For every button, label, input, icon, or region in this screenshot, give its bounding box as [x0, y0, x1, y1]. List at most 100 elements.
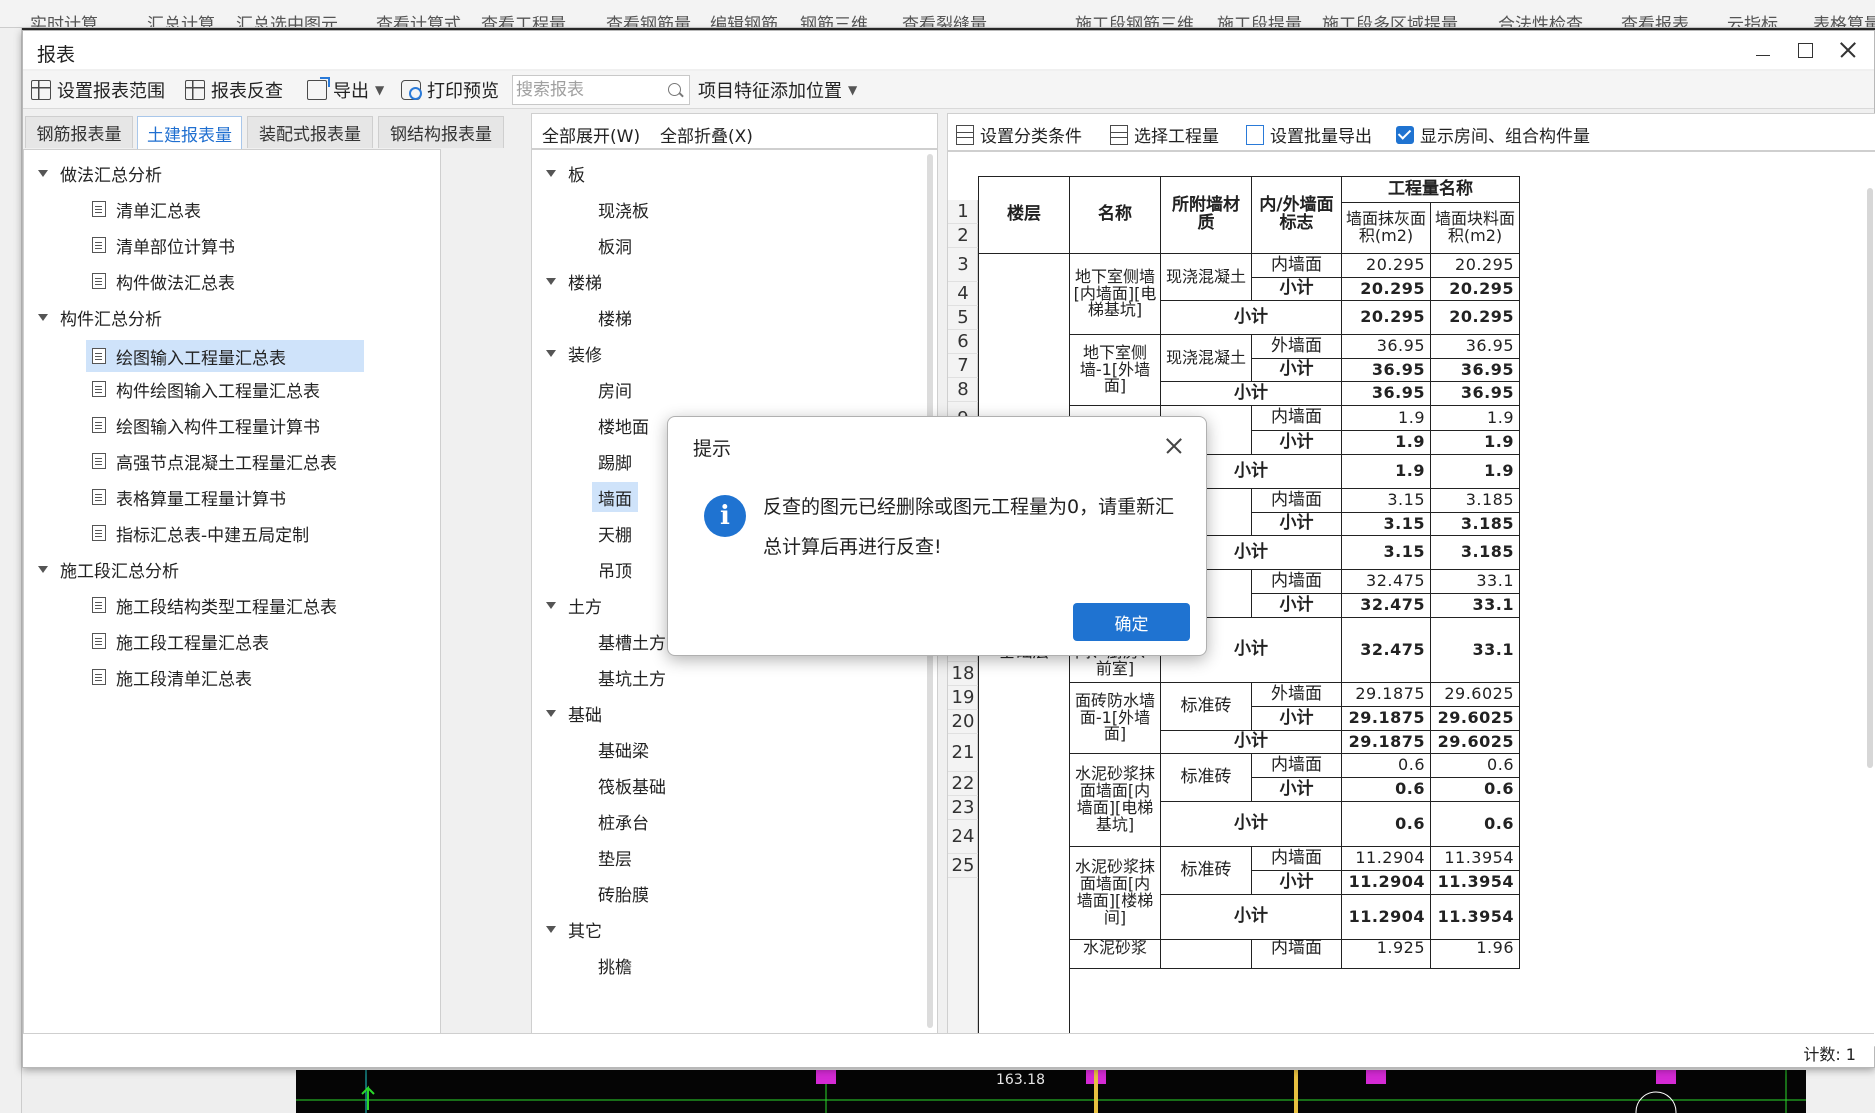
reverse-check-button[interactable]: 报表反查: [185, 76, 283, 104]
subtotal-value[interactable]: 29.6025: [1430, 706, 1520, 731]
subtotal-value[interactable]: 33.1: [1430, 593, 1520, 618]
total-value[interactable]: 3.185: [1430, 535, 1520, 570]
bg-ribbon-item[interactable]: 钢筋三维: [800, 10, 868, 27]
value-cell[interactable]: 1.9: [1341, 405, 1431, 431]
inout-cell[interactable]: 内墙面: [1251, 939, 1342, 969]
inout-cell[interactable]: 外墙面: [1251, 334, 1342, 359]
tree-item[interactable]: 板洞: [598, 232, 632, 258]
subtotal-label[interactable]: 小计: [1251, 512, 1342, 536]
bg-ribbon-item[interactable]: 查看计算式: [376, 10, 461, 27]
row-number[interactable]: 4: [948, 282, 978, 306]
search-input[interactable]: [516, 78, 656, 102]
set-condition-button[interactable]: 设置分类条件: [956, 122, 1082, 147]
total-value[interactable]: 36.95: [1430, 381, 1520, 406]
tree-item-selected[interactable]: 墙面: [592, 482, 638, 512]
collapse-all-button[interactable]: 全部折叠(X): [660, 122, 753, 147]
subtotal-value[interactable]: 32.475: [1341, 593, 1431, 618]
tree-item[interactable]: 指标汇总表-中建五局定制: [92, 520, 309, 546]
total-value[interactable]: 11.2904: [1341, 894, 1431, 940]
tree-item-selected[interactable]: 绘图输入工程量汇总表: [86, 340, 364, 372]
window-titlebar[interactable]: 报表: [23, 31, 1874, 69]
tree-group[interactable]: 楼梯: [546, 268, 602, 294]
row-number[interactable]: 1: [948, 200, 978, 224]
tree-group[interactable]: 装修: [546, 340, 602, 366]
tree-item[interactable]: 施工段结构类型工程量汇总表: [92, 592, 337, 618]
tree-item[interactable]: 施工段清单汇总表: [92, 664, 252, 690]
value-cell[interactable]: 29.1875: [1341, 682, 1431, 707]
subtotal-value[interactable]: 3.15: [1341, 512, 1431, 536]
maximize-icon[interactable]: [1795, 39, 1817, 61]
bg-ribbon-item[interactable]: 表格算量: [1813, 10, 1875, 27]
print-preview-button[interactable]: 打印预览: [401, 76, 499, 104]
row-number[interactable]: 2: [948, 224, 978, 248]
total-value[interactable]: 33.1: [1430, 617, 1520, 683]
tree-item[interactable]: 清单汇总表: [92, 196, 201, 222]
row-number[interactable]: 24: [948, 820, 978, 854]
scrollbar[interactable]: [1867, 188, 1873, 768]
header-name[interactable]: 名称: [1069, 176, 1161, 254]
tree-item[interactable]: 筏板基础: [598, 772, 666, 798]
tree-item[interactable]: 天棚: [598, 520, 632, 546]
header-floor[interactable]: 楼层: [978, 176, 1070, 254]
tree-item[interactable]: 桩承台: [598, 808, 649, 834]
bg-ribbon-item[interactable]: 汇总计算: [147, 10, 215, 27]
subtotal-value[interactable]: 0.6: [1341, 777, 1431, 802]
tree-group[interactable]: 土方: [546, 592, 602, 618]
subtotal-label[interactable]: 小计: [1251, 706, 1342, 731]
value-cell[interactable]: 20.295: [1430, 253, 1520, 278]
subtotal-value[interactable]: 11.2904: [1341, 870, 1431, 895]
total-value[interactable]: 1.9: [1430, 454, 1520, 489]
row-number[interactable]: 20: [948, 710, 978, 734]
bg-ribbon-item[interactable]: 施工段多区域提量: [1322, 10, 1458, 27]
name-cell[interactable]: 水泥砂浆: [1069, 939, 1161, 969]
batch-export-button[interactable]: 设置批量导出: [1246, 122, 1372, 147]
show-rooms-checkbox[interactable]: 显示房间、组合构件量: [1396, 122, 1590, 147]
expand-icon[interactable]: [546, 277, 556, 285]
inout-cell[interactable]: 外墙面: [1251, 682, 1342, 707]
material-cell[interactable]: [1160, 939, 1252, 969]
material-cell[interactable]: 现浇混凝土: [1160, 253, 1252, 301]
total-value[interactable]: 29.1875: [1341, 730, 1431, 754]
bg-ribbon-item[interactable]: 查看报表: [1621, 10, 1689, 27]
tree-item[interactable]: 基坑土方: [598, 664, 666, 690]
row-number[interactable]: 23: [948, 796, 978, 820]
row-number[interactable]: 7: [948, 354, 978, 378]
inout-cell[interactable]: 内墙面: [1251, 253, 1342, 278]
bg-ribbon-item[interactable]: 合法性检查: [1498, 10, 1583, 27]
bg-ribbon-item[interactable]: 查看工程量: [481, 10, 566, 27]
search-icon[interactable]: [668, 83, 681, 96]
expand-icon[interactable]: [546, 601, 556, 609]
tree-group[interactable]: 板: [546, 160, 585, 186]
tree-item[interactable]: 构件做法汇总表: [92, 268, 235, 294]
header-quantity-group[interactable]: 工程量名称: [1341, 176, 1520, 203]
expand-icon[interactable]: [38, 313, 48, 321]
value-cell[interactable]: 1.9: [1430, 405, 1520, 431]
value-cell[interactable]: 33.1: [1430, 569, 1520, 594]
tab-prefab[interactable]: 装配式报表量: [247, 116, 373, 148]
bg-ribbon-item[interactable]: 查看钢筋量: [606, 10, 691, 27]
subtotal-label[interactable]: 小计: [1160, 801, 1342, 847]
material-cell[interactable]: 现浇混凝土: [1160, 334, 1252, 382]
tree-group[interactable]: 基础: [546, 700, 602, 726]
value-cell[interactable]: 0.6: [1341, 753, 1431, 778]
total-value[interactable]: 1.9: [1341, 454, 1431, 489]
value-cell[interactable]: 11.2904: [1341, 846, 1431, 871]
inout-cell[interactable]: 内墙面: [1251, 488, 1342, 513]
row-number[interactable]: 18: [948, 662, 978, 686]
expand-all-button[interactable]: 全部展开(W): [542, 122, 640, 147]
row-number[interactable]: 8: [948, 378, 978, 402]
total-value[interactable]: 32.475: [1341, 617, 1431, 683]
total-value[interactable]: 20.295: [1341, 300, 1431, 335]
row-number[interactable]: 22: [948, 772, 978, 796]
select-quantity-button[interactable]: 选择工程量: [1110, 122, 1219, 147]
tree-item[interactable]: 构件绘图输入工程量汇总表: [92, 376, 320, 402]
tree-item[interactable]: 清单部位计算书: [92, 232, 235, 258]
value-cell[interactable]: 3.185: [1430, 488, 1520, 513]
subtotal-label[interactable]: 小计: [1251, 358, 1342, 382]
expand-icon[interactable]: [546, 349, 556, 357]
subtotal-value[interactable]: 36.95: [1430, 358, 1520, 382]
subtotal-label[interactable]: 小计: [1251, 430, 1342, 455]
feature-position-dropdown[interactable]: 项目特征添加位置 ▼: [698, 76, 857, 104]
expand-icon[interactable]: [546, 169, 556, 177]
value-cell[interactable]: 20.295: [1341, 253, 1431, 278]
